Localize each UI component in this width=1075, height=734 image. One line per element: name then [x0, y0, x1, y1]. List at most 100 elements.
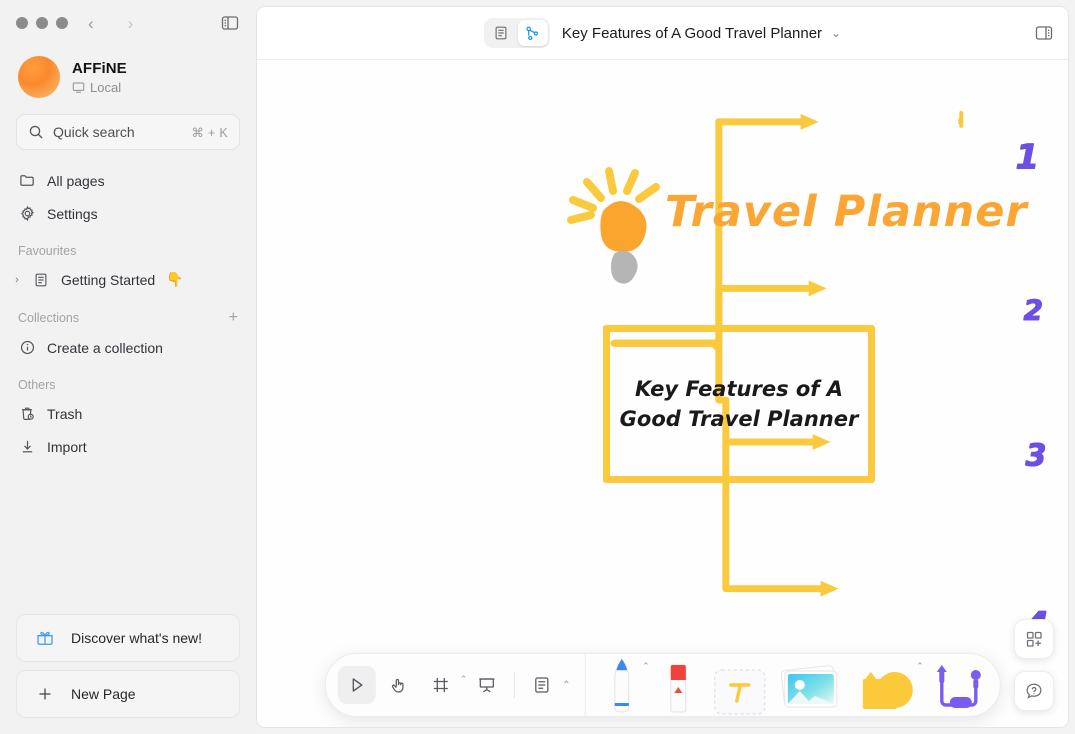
toolbar-divider — [513, 672, 515, 698]
maximize-window-button[interactable] — [56, 17, 68, 29]
edgeless-canvas[interactable]: Travel Planner Key Features of A Good Tr… — [257, 60, 1068, 727]
traffic-lights — [16, 17, 68, 29]
branch-number-2: 2 — [1023, 293, 1043, 326]
workspace-name: AFFiNE — [72, 59, 127, 77]
pen-tool[interactable]: ⌃ — [596, 655, 650, 715]
minimize-window-button[interactable] — [36, 17, 48, 29]
workspace-sub-label: Local — [90, 79, 122, 95]
branch-number-3: 3 — [1025, 438, 1046, 473]
group-title: Favourites — [18, 244, 77, 258]
search-icon — [29, 125, 43, 139]
note-tool-chevron-up-icon[interactable]: ⌃ — [562, 680, 570, 691]
workspace-sub: Local — [72, 80, 127, 95]
collections-list: Create a collection — [0, 331, 256, 364]
text-tool[interactable] — [714, 655, 766, 715]
root-node-line2: Good Travel Planner — [619, 407, 859, 431]
mindmap-root-node[interactable]: Key Features of A Good Travel Planner — [603, 325, 875, 483]
workspace-text: AFFiNE Local — [72, 60, 127, 95]
hand-tool[interactable] — [379, 666, 417, 704]
mindmap-title-group: Travel Planner — [557, 165, 1027, 285]
sidebar-toggle-icon[interactable] — [220, 13, 240, 33]
nav-forward-button[interactable]: › — [128, 15, 134, 32]
right-sidebar-toggle-icon[interactable] — [1034, 23, 1054, 43]
doc-icon — [32, 271, 50, 289]
sidebar-item-getting-started[interactable]: › Getting Started 👇 — [0, 263, 256, 296]
shape-chevron-up-icon[interactable]: ⌃ — [916, 661, 924, 672]
frame-tool[interactable]: ⌃ — [421, 666, 467, 704]
sidebar: ‹ › AFFiNE Local Quick search ⌘ + K All … — [0, 0, 256, 734]
primary-nav: All pages Settings — [0, 164, 256, 230]
floating-buttons — [1014, 619, 1054, 711]
sidebar-item-label: Trash — [47, 405, 83, 422]
nav-buttons: ‹ › — [88, 15, 133, 32]
new-page-button[interactable]: New Page — [16, 670, 240, 718]
toolbar-divider-2 — [584, 653, 586, 717]
monitor-icon — [72, 82, 85, 93]
sidebar-item-label: Create a collection — [47, 339, 163, 356]
sidebar-item-settings[interactable]: Settings — [10, 197, 246, 230]
group-title: Others — [18, 378, 56, 392]
discover-label: Discover what's new! — [71, 630, 203, 646]
search-placeholder: Quick search — [53, 124, 135, 140]
toolbar-left-group: ⌃ — [337, 666, 505, 704]
page-mode-button[interactable] — [486, 20, 516, 46]
group-title: Collections — [18, 311, 80, 325]
trash-icon — [18, 405, 36, 423]
app-window: ‹ › AFFiNE Local Quick search ⌘ + K All … — [0, 0, 1075, 734]
sidebar-item-label: Import — [47, 438, 87, 455]
branch-number-1: 1 — [1015, 137, 1039, 177]
discover-whats-new-button[interactable]: Discover what's new! — [16, 614, 240, 662]
edgeless-mode-button[interactable] — [517, 20, 548, 46]
connector-tool[interactable] — [926, 655, 992, 715]
eraser-tool[interactable] — [652, 655, 704, 715]
close-window-button[interactable] — [16, 17, 28, 29]
pen-chevron-up-icon[interactable]: ⌃ — [642, 661, 650, 672]
import-icon — [18, 438, 36, 456]
favourite-entry[interactable]: Getting Started 👇 — [30, 263, 246, 296]
document-header: Key Features of A Good Travel Planner ⌄ — [257, 7, 1068, 60]
sidebar-item-label: All pages — [47, 172, 105, 189]
info-icon — [18, 339, 36, 357]
nav-back-button[interactable]: ‹ — [88, 15, 94, 32]
workspace-selector[interactable]: AFFiNE Local — [0, 46, 256, 112]
image-tool[interactable] — [776, 655, 846, 715]
group-header-favourites: Favourites — [0, 230, 256, 263]
sidebar-footer: Discover what's new! New Page — [0, 614, 256, 734]
root-node-line1: Key Features of A — [634, 376, 844, 401]
main-panel: Key Features of A Good Travel Planner ⌄ — [256, 6, 1069, 728]
note-tool[interactable] — [522, 666, 560, 704]
chevron-down-icon[interactable]: ⌄ — [831, 26, 841, 40]
plus-icon — [35, 684, 55, 704]
pointing-down-emoji: 👇 — [166, 271, 184, 287]
sidebar-item-trash[interactable]: Trash — [10, 397, 246, 430]
window-titlebar: ‹ › — [0, 0, 256, 46]
sidebar-item-label: Settings — [47, 205, 98, 222]
add-template-button[interactable] — [1014, 619, 1054, 659]
help-button[interactable] — [1014, 671, 1054, 711]
favourite-label: Getting Started — [61, 271, 156, 288]
sidebar-item-import[interactable]: Import — [10, 430, 246, 463]
search-shortcut: ⌘ + K — [191, 125, 228, 140]
others-list: Trash Import — [0, 397, 256, 463]
toolbar-right-group: ⌃ ⌃ — [596, 655, 992, 715]
shape-tool[interactable]: ⌃ — [850, 655, 924, 715]
add-collection-button[interactable]: + — [229, 310, 238, 326]
mode-switch — [483, 18, 550, 48]
workspace-avatar — [18, 56, 60, 98]
chevron-right-icon[interactable]: › — [10, 274, 24, 286]
mindmap-title[interactable]: Travel Planner — [665, 187, 1028, 237]
new-page-label: New Page — [71, 686, 136, 702]
edgeless-toolbar: ⌃ ⌃ ⌃ ⌃ — [324, 653, 1001, 717]
page-title[interactable]: Key Features of A Good Travel Planner — [562, 25, 822, 42]
select-tool[interactable] — [337, 666, 376, 704]
group-header-collections: Collections + — [0, 296, 256, 331]
search-input[interactable]: Quick search ⌘ + K — [16, 114, 240, 150]
present-tool[interactable] — [467, 666, 505, 704]
sidebar-item-create-collection[interactable]: Create a collection — [10, 331, 246, 364]
chevron-up-icon[interactable]: ⌃ — [460, 674, 468, 685]
sidebar-item-all-pages[interactable]: All pages — [10, 164, 246, 197]
folder-icon — [18, 172, 36, 190]
gear-icon — [18, 205, 36, 223]
group-header-others: Others — [0, 364, 256, 397]
gift-icon — [35, 628, 55, 648]
